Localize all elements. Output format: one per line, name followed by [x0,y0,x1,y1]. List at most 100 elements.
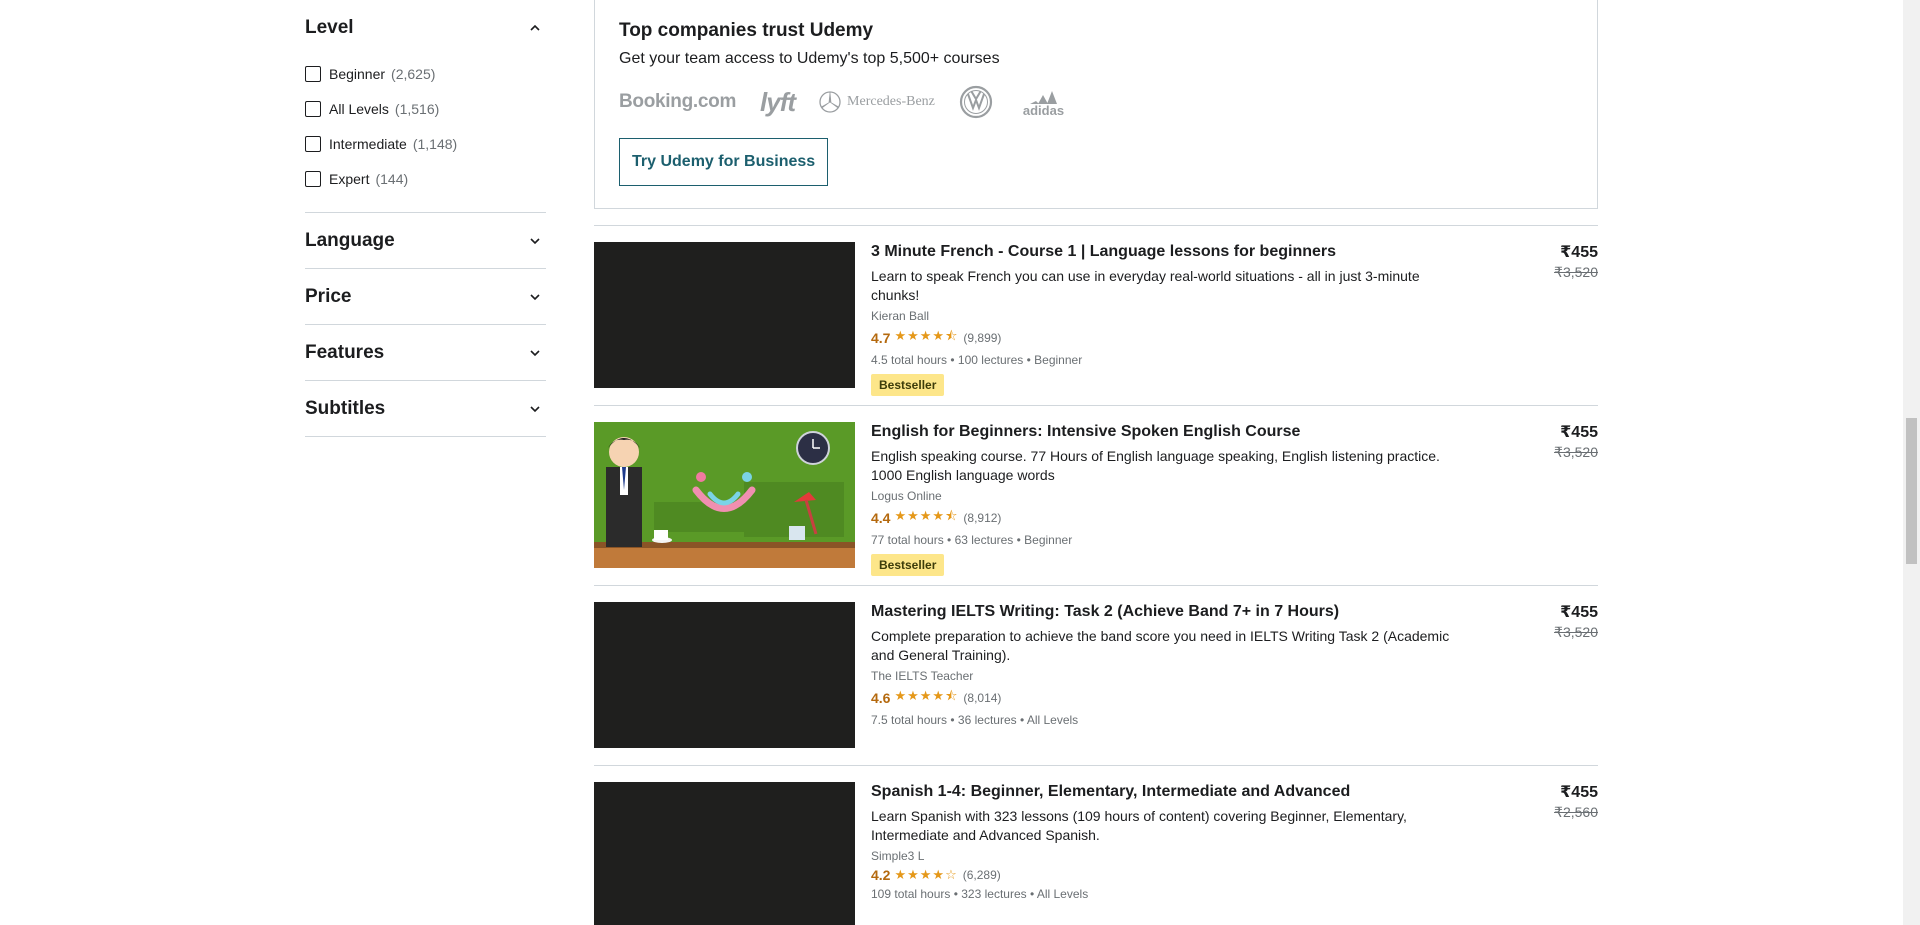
course-description: Complete preparation to achieve the band… [871,627,1450,663]
course-card[interactable]: 3 Minute French - Course 1 | Language le… [594,225,1598,405]
course-meta: 109 total hours • 323 lectures • All Lev… [871,886,1089,901]
booking-logo: Booking.com [619,91,737,112]
checkbox[interactable] [305,100,321,117]
features-filter: Features [305,325,546,381]
features-filter-title: Features [305,341,385,363]
price-block: ₹455 ₹3,520 [1554,422,1598,461]
review-count: (8,912) [963,510,1002,525]
course-description: English speaking course. 77 Hours of Eng… [871,447,1440,483]
try-udemy-business-button[interactable]: Try Udemy for Business [619,138,829,186]
course-meta: 4.5 total hours • 100 lectures • Beginne… [871,352,1083,367]
price-block: ₹455 ₹2,560 [1554,782,1598,821]
checkbox[interactable] [305,65,321,82]
language-filter: Language [305,213,546,269]
subtitles-filter-title: Subtitles [305,397,386,419]
level-option-beginner[interactable]: Beginner (2,625) [305,56,546,91]
course-thumbnail[interactable] [594,602,855,748]
business-title: Top companies trust Udemy [619,20,874,41]
level-option-all-levels[interactable]: All Levels (1,516) [305,91,546,126]
option-count: (2,625) [391,65,436,82]
current-price: ₹455 [1560,784,1598,801]
course-meta: 7.5 total hours • 36 lectures • All Leve… [871,712,1079,727]
checkbox[interactable] [305,135,321,152]
chevron-up-icon [528,21,542,35]
mercedes-star-icon [819,91,841,113]
price-block: ₹455 ₹3,520 [1554,602,1598,641]
course-instructor: The IELTS Teacher [871,668,974,683]
adidas-wordmark: adidas [1022,102,1065,118]
course-title[interactable]: Spanish 1-4: Beginner, Elementary, Inter… [871,782,1471,803]
rating-value: 4.7 [871,329,891,346]
original-price: ₹2,560 [1554,804,1598,820]
course-thumbnail[interactable] [594,782,855,925]
price-filter-header[interactable]: Price [305,269,546,324]
english-course-illustration [594,422,855,568]
course-title[interactable]: English for Beginners: Intensive Spoken … [871,422,1471,443]
adidas-stripes-icon [1030,90,1058,104]
option-count: (1,148) [412,135,458,152]
course-title[interactable]: Mastering IELTS Writing: Task 2 (Achieve… [871,602,1471,623]
review-count: (9,899) [963,330,1002,345]
rating-value: 4.4 [871,509,891,526]
bestseller-badge: Bestseller [871,373,945,396]
chevron-down-icon [528,346,542,360]
course-description: Learn Spanish with 323 lessons (109 hour… [871,807,1407,843]
price-block: ₹455 ₹3,520 [1554,242,1598,281]
course-card[interactable]: Mastering IELTS Writing: Task 2 (Achieve… [594,585,1598,765]
volkswagen-logo [959,85,999,119]
current-price: ₹455 [1560,604,1598,621]
vw-emblem-icon [959,85,992,119]
business-banner: Top companies trust Udemy Get your team … [594,0,1598,209]
bestseller-badge: Bestseller [871,553,945,576]
course-info: English for Beginners: Intensive Spoken … [871,422,1471,576]
option-label: All Levels [329,100,389,117]
rating-row: 4.4 ★★★★⯪ (8,912) [871,507,1471,529]
company-logos: Booking.com lyft Mercedes-Benz adidas [619,84,1573,120]
option-label: Expert [329,170,370,187]
option-count: (144) [375,170,409,187]
course-instructor: Logus Online [871,488,942,503]
rating-row: 4.7 ★★★★⯪ (9,899) [871,327,1471,349]
rating-row: 4.6 ★★★★⯪ (8,014) [871,687,1471,709]
features-filter-header[interactable]: Features [305,325,546,380]
chevron-down-icon [528,290,542,304]
language-filter-header[interactable]: Language [305,213,546,268]
chevron-down-icon [528,234,542,248]
current-price: ₹455 [1560,244,1598,261]
course-card[interactable]: Spanish 1-4: Beginner, Elementary, Inter… [594,765,1598,925]
course-instructor: Kieran Ball [871,308,930,323]
scrollbar-thumb[interactable] [1906,418,1917,564]
star-rating-icon: ★★★★☆ [894,866,958,882]
course-instructor: Simple3 L [871,848,925,863]
course-meta: 77 total hours • 63 lectures • Beginner [871,532,1073,547]
level-filter-header[interactable]: Level [305,0,546,56]
level-option-expert[interactable]: Expert (144) [305,161,546,196]
course-thumbnail[interactable] [594,242,855,388]
course-card[interactable]: English for Beginners: Intensive Spoken … [594,405,1598,585]
review-count: (6,289) [962,867,1001,882]
page-scrollbar[interactable] [1903,0,1920,925]
mercedes-benz-logo: Mercedes-Benz [819,91,935,113]
original-price: ₹3,520 [1554,624,1598,640]
course-list: 3 Minute French - Course 1 | Language le… [594,225,1598,925]
original-price: ₹3,520 [1554,264,1598,280]
filter-sidebar: Level Beginner (2,625) All Levels (1,516… [305,0,546,437]
rating-value: 4.2 [871,866,891,883]
star-rating-icon: ★★★★⯪ [894,507,959,523]
price-filter: Price [305,269,546,325]
level-option-intermediate[interactable]: Intermediate (1,148) [305,126,546,161]
option-label: Intermediate [329,135,407,152]
level-filter-title: Level [305,17,354,38]
star-rating-icon: ★★★★⯪ [894,327,959,343]
rating-row: 4.2 ★★★★☆ (6,289) [871,867,1471,883]
course-thumbnail[interactable] [594,422,855,568]
star-rating-icon: ★★★★⯪ [894,687,959,703]
subtitles-filter-header[interactable]: Subtitles [305,381,546,436]
course-info: Spanish 1-4: Beginner, Elementary, Inter… [871,782,1471,925]
course-title[interactable]: 3 Minute French - Course 1 | Language le… [871,242,1471,263]
subtitles-filter: Subtitles [305,381,546,437]
checkbox[interactable] [305,170,321,187]
option-label: Beginner [329,65,386,82]
review-count: (8,014) [963,690,1002,705]
option-count: (1,516) [394,100,440,117]
